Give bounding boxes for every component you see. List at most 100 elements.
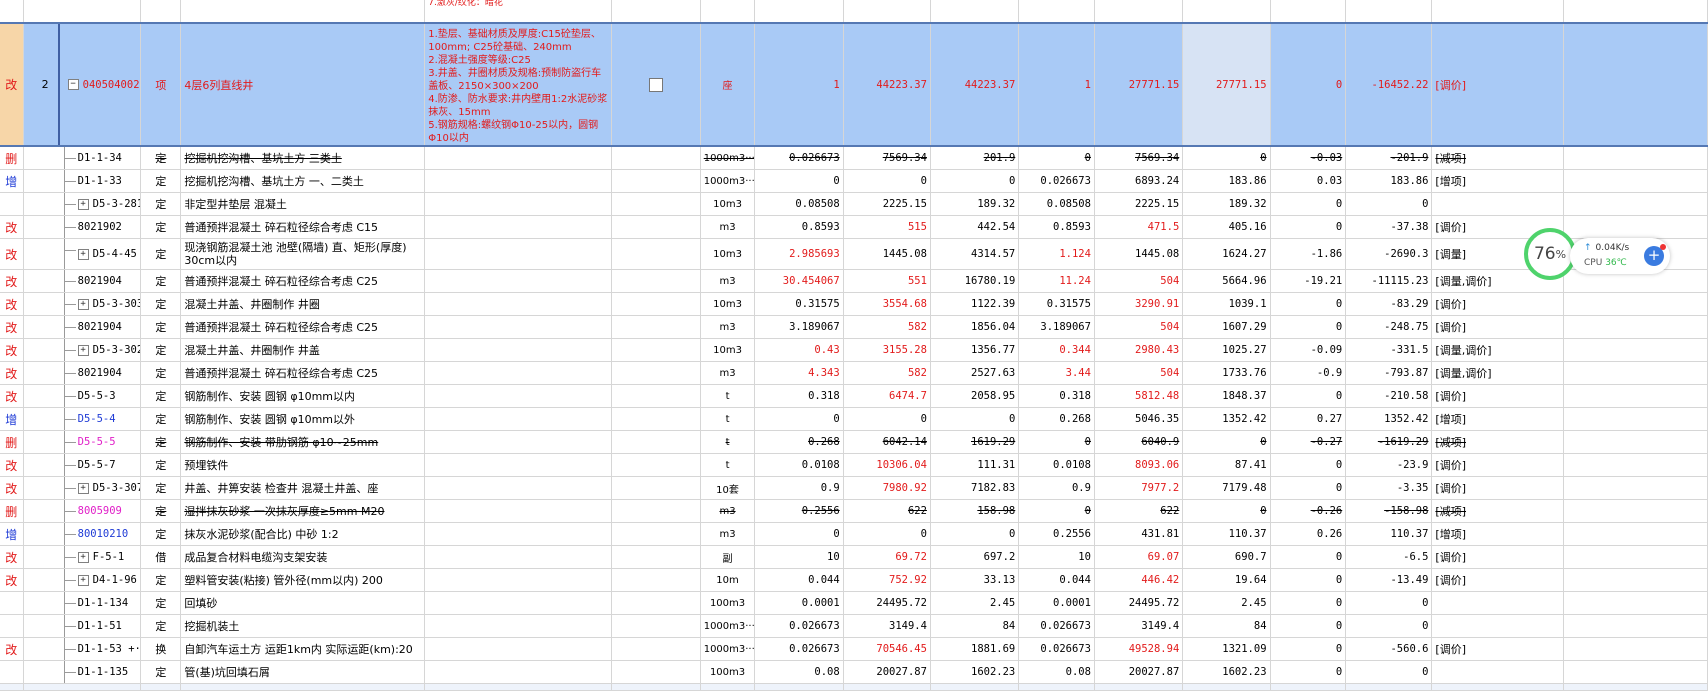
- item-features[interactable]: [424, 522, 613, 546]
- selected-list-row[interactable]: 改 2 − 040504002006 项 4层6列直线井 1.垫层、基础材质及厚…: [0, 22, 1708, 147]
- value-1[interactable]: 0.044: [754, 568, 844, 592]
- table-row[interactable]: D1-1-134 定回填砂 100m3 0.0001 24495.72 2.45 0.000…: [0, 591, 1708, 615]
- value-1[interactable]: 0.2556: [754, 499, 844, 523]
- value-1[interactable]: 0.08: [754, 660, 844, 684]
- value-4[interactable]: 10: [1018, 545, 1095, 569]
- item-name[interactable]: 普通预拌混凝土 碎石粒径综合考虑 C25: [180, 269, 426, 293]
- value-5[interactable]: 6893.24: [1094, 169, 1184, 193]
- value-3[interactable]: 4314.57: [930, 238, 1020, 270]
- value-2[interactable]: 3149.4: [843, 614, 931, 638]
- item-features[interactable]: [424, 545, 613, 569]
- item-name[interactable]: 井盖、井箅安装 检查井 混凝土井盖、座: [180, 476, 426, 500]
- value-2[interactable]: 3155.28: [843, 338, 931, 362]
- table-row[interactable]: 改 + D4-1-96 定塑料管安装(粘接) 管外径(mm以内) 200 10m 0.04…: [0, 568, 1708, 592]
- value-1[interactable]: 1: [754, 22, 844, 147]
- table-row[interactable]: 删 D5-5-5 定钢筋制作、安装 带肋钢筋 φ10~25mm t 0.268 6042.…: [0, 430, 1708, 454]
- value-7[interactable]: 0: [1270, 315, 1347, 339]
- value-1[interactable]: 2.985693: [754, 238, 844, 270]
- value-6[interactable]: 690.7: [1182, 545, 1271, 569]
- table-row[interactable]: 改 8021904 定普通预拌混凝土 碎石粒径综合考虑 C25 m3 3.189067 5…: [0, 315, 1708, 339]
- value-8[interactable]: 0: [1345, 192, 1433, 216]
- value-3[interactable]: 7182.83: [930, 476, 1020, 500]
- expand-icon[interactable]: +: [77, 574, 89, 586]
- value-3[interactable]: 16780.19: [930, 269, 1020, 293]
- value-5[interactable]: 49528.94: [1094, 637, 1184, 661]
- item-features[interactable]: [424, 430, 613, 454]
- value-3[interactable]: 2.45: [930, 591, 1020, 615]
- value-5[interactable]: 622: [1094, 499, 1184, 523]
- item-features[interactable]: [424, 568, 613, 592]
- value-1[interactable]: 0: [754, 522, 844, 546]
- value-8[interactable]: -248.75: [1345, 315, 1433, 339]
- item-code[interactable]: D1-1-33: [78, 175, 122, 187]
- value-4[interactable]: 0.026673: [1018, 169, 1095, 193]
- value-7[interactable]: -19.21: [1270, 269, 1347, 293]
- value-3[interactable]: 189.32: [930, 192, 1020, 216]
- value-6[interactable]: 0: [1182, 430, 1271, 454]
- item-features[interactable]: 1.垫层、基础材质及厚度:C15砼垫层、100mm; C25砼基础、240mm 2…: [424, 22, 613, 147]
- value-2[interactable]: 582: [843, 315, 931, 339]
- value-8[interactable]: -210.58: [1345, 384, 1433, 408]
- item-code[interactable]: D1-1-34: [78, 152, 122, 164]
- value-6[interactable]: 0: [1182, 499, 1271, 523]
- value-6[interactable]: 1607.29: [1182, 315, 1271, 339]
- expand-icon[interactable]: +: [77, 248, 89, 260]
- value-7[interactable]: 0: [1270, 614, 1347, 638]
- item-features[interactable]: [424, 499, 613, 523]
- value-6[interactable]: 1039.1: [1182, 292, 1271, 316]
- table-row[interactable]: 改 + D5-3-302 定混凝土井盖、井圈制作 井盖 10m3 0.43 3155.28 1…: [0, 338, 1708, 362]
- value-1[interactable]: 0: [754, 169, 844, 193]
- item-name[interactable]: 4层6列直线井: [180, 22, 426, 147]
- value-4[interactable]: 0.026673: [1018, 614, 1095, 638]
- item-name[interactable]: 钢筋制作、安装 带肋钢筋 φ10~25mm: [180, 430, 426, 454]
- value-6[interactable]: 183.86: [1182, 169, 1271, 193]
- value-1[interactable]: 0.0108: [754, 453, 844, 477]
- value-8[interactable]: -201.9: [1345, 146, 1433, 170]
- value-3[interactable]: 33.13: [930, 568, 1020, 592]
- item-code[interactable]: F-5-1: [93, 551, 125, 563]
- value-7[interactable]: -1.86: [1270, 238, 1347, 270]
- table-row[interactable]: + D5-3-281 定非定型井垫层 混凝土 10m3 0.08508 2225.15 18…: [0, 192, 1708, 216]
- item-name[interactable]: 混凝土井盖、井圈制作 井圈: [180, 292, 426, 316]
- value-4[interactable]: 0.026673: [1018, 637, 1095, 661]
- value-7[interactable]: 0: [1270, 591, 1347, 615]
- value-5[interactable]: 504: [1094, 361, 1184, 385]
- value-4[interactable]: 0: [1018, 499, 1095, 523]
- item-code[interactable]: D5-3-307: [93, 482, 140, 494]
- value-5[interactable]: 1445.08: [1094, 238, 1184, 270]
- value-5[interactable]: 446.42: [1094, 568, 1184, 592]
- value-4[interactable]: 0.9: [1018, 476, 1095, 500]
- value-2[interactable]: 551: [843, 269, 931, 293]
- value-4[interactable]: 0.8593: [1018, 215, 1095, 239]
- expand-icon[interactable]: +: [77, 482, 89, 494]
- value-2[interactable]: 7980.92: [843, 476, 931, 500]
- value-4[interactable]: 0.318: [1018, 384, 1095, 408]
- item-features[interactable]: [424, 192, 613, 216]
- value-3[interactable]: 158.98: [930, 499, 1020, 523]
- value-3[interactable]: 0: [930, 407, 1020, 431]
- value-2[interactable]: 622: [843, 499, 931, 523]
- value-7[interactable]: 0.27: [1270, 407, 1347, 431]
- table-row[interactable]: 增 80010210 定抹灰水泥砂浆(配合比) 中砂 1:2 m3 0 0 0 0.2556 4…: [0, 522, 1708, 546]
- value-8[interactable]: -3.35: [1345, 476, 1433, 500]
- table-row[interactable]: D1-1-135 定管(基)坑回填石屑 100m3 0.08 20027.87 1602.…: [0, 660, 1708, 684]
- table-row[interactable]: 改 D5-5-7 定预埋铁件 t 0.0108 10306.04 111.31 0.0108 8…: [0, 453, 1708, 477]
- value-3[interactable]: 1856.04: [930, 315, 1020, 339]
- table-row[interactable]: 删 D1-1-34 定挖掘机挖沟槽、基坑土方 三类土 1000m3··· 0.02667…: [0, 146, 1708, 170]
- table-row[interactable]: 增 D1-1-33 定挖掘机挖沟槽、基坑土方 一、二类土 1000m3··· 0 0 0 0.…: [0, 169, 1708, 193]
- value-6[interactable]: 1025.27: [1182, 338, 1271, 362]
- value-6[interactable]: 1848.37: [1182, 384, 1271, 408]
- expand-icon[interactable]: +: [77, 298, 89, 310]
- item-code[interactable]: D5-5-7: [78, 459, 116, 471]
- value-7[interactable]: -0.09: [1270, 338, 1347, 362]
- value-4[interactable]: 0.268: [1018, 407, 1095, 431]
- item-name[interactable]: 钢筋制作、安装 圆钢 φ10mm以外: [180, 407, 426, 431]
- item-code[interactable]: 8021904: [78, 321, 122, 333]
- item-name[interactable]: 钢筋制作、安装 圆钢 φ10mm以内: [180, 384, 426, 408]
- collapse-icon[interactable]: −: [67, 79, 79, 90]
- value-2[interactable]: 24495.72: [843, 591, 931, 615]
- value-2[interactable]: 70546.45: [843, 637, 931, 661]
- value-3[interactable]: 84: [930, 614, 1020, 638]
- value-1[interactable]: 10: [754, 545, 844, 569]
- item-features[interactable]: [424, 637, 613, 661]
